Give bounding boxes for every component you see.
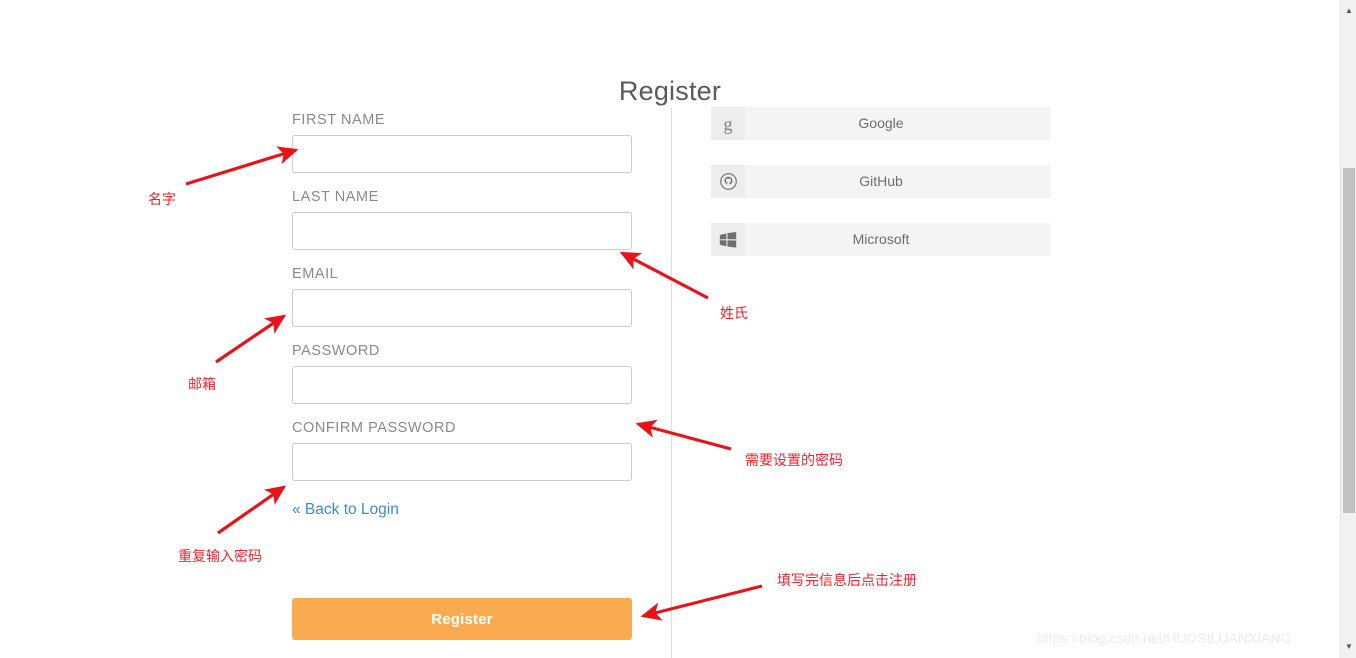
registration-form: FIRST NAME LAST NAME EMAIL PASSWORD CONF… xyxy=(292,112,632,519)
vertical-scrollbar[interactable]: ▲ ▼ xyxy=(1340,0,1356,658)
last-name-input[interactable] xyxy=(292,212,632,250)
microsoft-login-label: Microsoft xyxy=(852,231,910,247)
google-icon: g xyxy=(711,107,745,140)
field-last-name: LAST NAME xyxy=(292,189,632,250)
scrollbar-thumb[interactable] xyxy=(1343,168,1355,513)
github-login-button[interactable]: GitHub xyxy=(711,165,1051,198)
github-login-label: GitHub xyxy=(859,173,903,189)
social-login-group: g Google GitHub Microsoft xyxy=(711,107,1051,281)
label-confirm-password: CONFIRM PASSWORD xyxy=(292,420,457,436)
confirm-password-input[interactable] xyxy=(292,443,632,481)
register-button[interactable]: Register xyxy=(292,598,632,640)
field-email: EMAIL xyxy=(292,266,632,327)
first-name-input[interactable] xyxy=(292,135,632,173)
annotation-password: 需要设置的密码 xyxy=(745,453,843,469)
back-to-login-link[interactable]: « Back to Login xyxy=(292,501,399,519)
label-password: PASSWORD xyxy=(292,343,380,359)
annotation-confirm-password: 重复输入密码 xyxy=(178,549,262,565)
watermark: https://blog.csdn.net/HUOSILUANXIANG xyxy=(1037,630,1292,646)
field-password: PASSWORD xyxy=(292,343,632,404)
label-email: EMAIL xyxy=(292,266,339,282)
annotation-first-name: 名字 xyxy=(148,192,176,208)
scroll-up-arrow[interactable]: ▲ xyxy=(1341,2,1356,18)
label-first-name: FIRST NAME xyxy=(292,112,386,128)
register-page: Register FIRST NAME LAST NAME EMAIL PASS… xyxy=(0,0,1356,658)
annotation-last-name: 姓氏 xyxy=(720,306,748,322)
password-input[interactable] xyxy=(292,366,632,404)
annotation-register: 填写完信息后点击注册 xyxy=(777,573,917,589)
field-confirm-password: CONFIRM PASSWORD xyxy=(292,420,632,481)
github-icon xyxy=(711,165,745,198)
scroll-down-arrow[interactable]: ▼ xyxy=(1341,638,1356,654)
email-input[interactable] xyxy=(292,289,632,327)
google-login-button[interactable]: g Google xyxy=(711,107,1051,140)
annotation-email: 邮箱 xyxy=(188,377,216,393)
microsoft-login-button[interactable]: Microsoft xyxy=(711,223,1051,256)
column-divider xyxy=(671,108,672,658)
label-last-name: LAST NAME xyxy=(292,189,379,205)
page-title: Register xyxy=(618,76,722,107)
microsoft-icon xyxy=(711,223,745,256)
google-login-label: Google xyxy=(858,115,904,131)
field-first-name: FIRST NAME xyxy=(292,112,632,173)
